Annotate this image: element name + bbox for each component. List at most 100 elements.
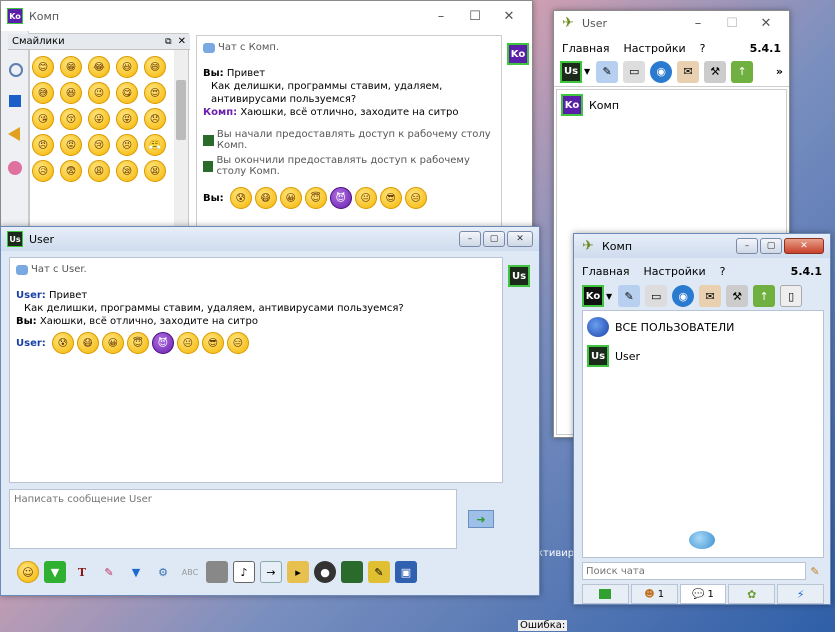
trash-icon[interactable]: ▯ [780,285,803,307]
close-button[interactable]: ✕ [749,12,783,34]
status-dropdown-icon[interactable]: ▼ [606,292,612,301]
komp-chat-window[interactable]: Ko Комп – ☐ ✕ Смайлики ⧉ ✕ 😊 😁 😂 😃 😄 😅 😆 😉 😋 😍 😘 😚 😜… [0,0,533,240]
files-icon[interactable]: ▭ [623,60,646,83]
smiley-picker-icon[interactable]: 😣 [116,134,138,156]
status-avatar[interactable]: Ko [582,285,604,307]
smileys-scrollbar[interactable] [174,50,188,239]
speaker-icon[interactable] [8,127,20,141]
smiley-picker-icon[interactable]: 😡 [60,134,82,156]
close-button[interactable]: ✕ [492,5,526,27]
close-button[interactable]: ✕ [784,238,824,254]
smiley-picker-icon[interactable]: 😘 [32,108,54,130]
filter-icon[interactable]: ▼ [125,561,147,583]
toolbar-more-icon[interactable]: » [776,65,783,78]
edit-profile-icon[interactable]: ✎ [596,60,619,83]
folder-icon[interactable]: ▸ [287,561,309,583]
tab-transfer[interactable]: ⚡ [777,584,824,604]
menu-item-settings[interactable]: Настройки [644,265,706,278]
menu-item-help[interactable]: ? [700,42,706,55]
tab-users[interactable]: ☻ 1 [630,584,678,604]
update-icon[interactable]: ↑ [753,285,776,307]
panel-close-icon[interactable]: ✕ [178,36,186,47]
tab-groups[interactable]: ✿ [728,584,776,604]
close-button[interactable]: ✕ [507,231,533,247]
undock-icon[interactable]: ⧉ [165,37,171,47]
smiley-picker-icon[interactable]: 😁 [60,56,82,78]
mail-icon[interactable]: ✉ [677,60,700,83]
smiley-picker-icon[interactable]: 😍 [144,82,166,104]
maximize-button[interactable]: ▢ [760,238,782,254]
smiley-picker-icon[interactable]: 😩 [88,160,110,182]
smiley-picker-icon[interactable]: 😜 [88,108,110,130]
user-chat-titlebar[interactable]: Us User – ▢ ✕ [1,227,539,251]
komp-chat-titlebar[interactable]: Ko Комп – ☐ ✕ [1,1,532,31]
tools-icon[interactable]: ⚒ [726,285,749,307]
komp-main-window[interactable]: ✈ Комп – ▢ ✕ Главная Настройки ? 5.4.1 K… [573,233,831,605]
smiley-picker-icon[interactable]: 😆 [60,82,82,104]
settings-icon[interactable]: ⚙ [152,561,174,583]
search-input[interactable] [582,562,806,580]
spellcheck-icon[interactable]: ABC [179,561,201,583]
komp-main-titlebar[interactable]: ✈ Комп – ▢ ✕ [574,234,830,258]
smiley-picker-icon[interactable]: 😚 [60,108,82,130]
font-icon[interactable]: T [71,561,93,583]
save-icon[interactable]: ▣ [395,561,417,583]
contact-avatar[interactable]: Ko [507,43,529,65]
stamp-icon[interactable] [206,561,228,583]
mail-icon[interactable]: ✉ [699,285,722,307]
dropbox-icon[interactable] [9,95,21,107]
contact-item[interactable]: Us User [587,345,819,367]
maximize-button[interactable]: ▢ [483,231,505,247]
smiley-picker-icon[interactable]: 😊 [32,56,54,78]
music-icon[interactable]: ♪ [233,561,255,583]
smiley-picker-icon[interactable]: 😂 [88,56,110,78]
smiley-picker-icon[interactable]: 😤 [144,134,166,156]
smiley-picker-icon[interactable]: 😥 [32,160,54,182]
smiley-picker-icon[interactable]: 😢 [88,134,110,156]
files-icon[interactable]: ▭ [645,285,668,307]
search-brush-icon[interactable]: ✎ [806,565,824,578]
smiley-picker-icon[interactable]: 😄 [144,56,166,78]
send-button[interactable]: ➜ [466,507,496,531]
maximize-button[interactable]: ☐ [458,5,492,27]
user-chat-window[interactable]: Us User – ▢ ✕ Чат с User. User: Привет К… [0,226,540,596]
smiley-picker-icon[interactable]: 😫 [144,160,166,182]
contact-item[interactable]: Ko Комп [561,94,782,116]
smiley-picker-icon[interactable]: 😋 [116,82,138,104]
status-dropdown-icon[interactable]: ▼ [584,67,590,76]
message-input[interactable] [9,489,457,549]
minimize-button[interactable]: – [736,238,758,254]
notes-icon[interactable]: ✎ [368,561,390,583]
collapse-icon[interactable]: ▼ [44,561,66,583]
status-avatar[interactable]: Us [560,60,582,83]
tab-contacts[interactable] [582,584,629,604]
broadcast-icon[interactable]: ◉ [672,285,695,307]
update-icon[interactable]: ↑ [731,60,754,83]
edit-profile-icon[interactable]: ✎ [618,285,641,307]
smiley-picker-icon[interactable]: ☺ [17,561,39,583]
color-icon[interactable]: ✎ [98,561,120,583]
smiley-picker-icon[interactable]: 😪 [116,160,138,182]
desktop-share-icon[interactable] [341,561,363,583]
contact-avatar[interactable]: Us [508,265,530,287]
user-main-titlebar[interactable]: ✈ User – ☐ ✕ [554,11,789,35]
smiley-picker-icon[interactable]: 😠 [32,134,54,156]
smiley-picker-icon[interactable]: 😨 [60,160,82,182]
minimize-button[interactable]: – [424,5,458,27]
smiley-picker-icon[interactable]: 😃 [116,56,138,78]
menu-item-help[interactable]: ? [720,265,726,278]
flower-icon[interactable] [8,161,22,175]
smiley-picker-icon[interactable]: 😅 [32,82,54,104]
clock-icon[interactable] [9,63,23,77]
send-file-icon[interactable]: → [260,561,282,583]
smiley-picker-icon[interactable]: 😉 [88,82,110,104]
menu-item-settings[interactable]: Настройки [624,42,686,55]
tools-icon[interactable]: ⚒ [704,60,727,83]
minimize-button[interactable]: – [681,12,715,34]
maximize-button[interactable]: ☐ [715,12,749,34]
menu-item-main[interactable]: Главная [562,42,610,55]
tab-chats[interactable]: 💬 1 [679,584,727,604]
broadcast-icon[interactable]: ◉ [650,60,673,83]
smiley-picker-icon[interactable]: 😞 [144,108,166,130]
menu-item-main[interactable]: Главная [582,265,630,278]
